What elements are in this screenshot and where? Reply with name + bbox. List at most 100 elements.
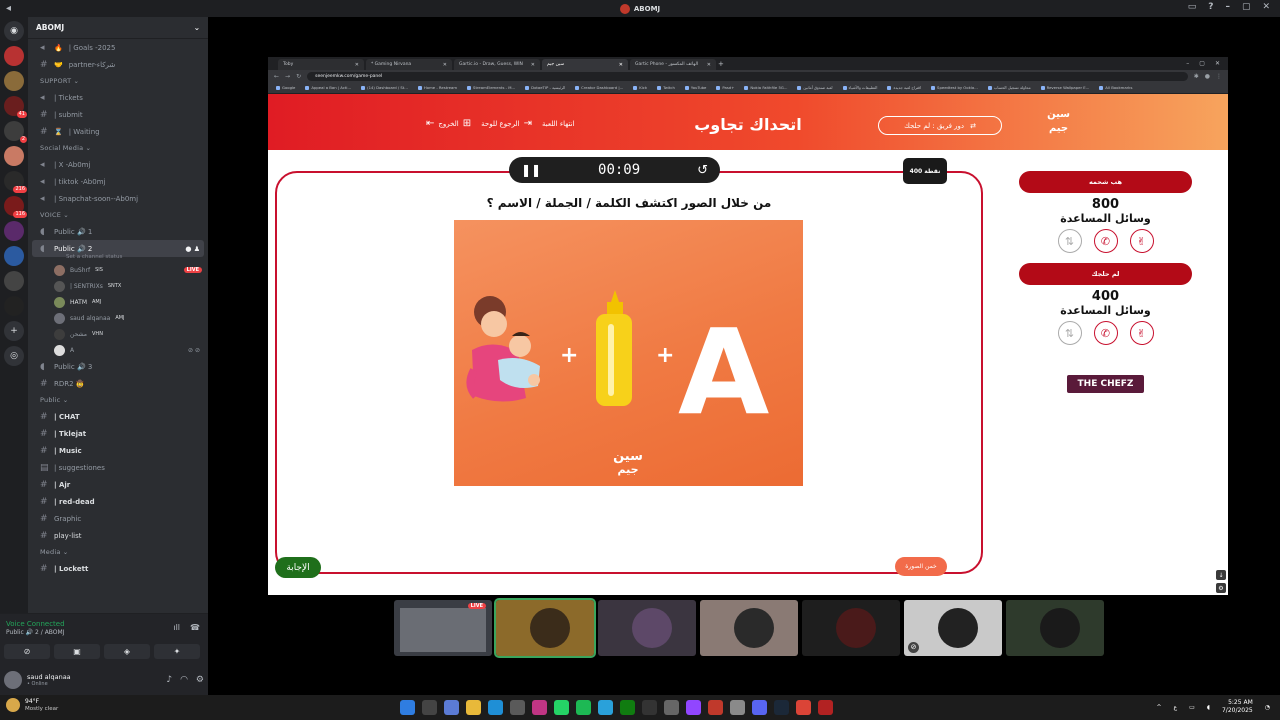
close-tab-icon[interactable]: ✕ [443,62,447,68]
voice-user[interactable]: A ⊘ ⊘ [28,342,208,358]
exit-link[interactable]: ⊞ الخروج ⇤ [426,118,471,129]
chevron-up-icon[interactable]: ^ [1157,704,1162,711]
voice-user[interactable]: saud alqanaa AMJ [28,310,208,326]
bookmark[interactable]: Nokia Faithfile 5G... [744,85,787,90]
spotify-icon[interactable] [576,700,591,715]
server-icon[interactable]: 116 [4,196,27,218]
bookmark[interactable]: Twitch [657,85,675,90]
category-public[interactable]: Public ⌄ [28,392,208,408]
telegram-icon[interactable] [598,700,613,715]
bookmark[interactable]: Reverse Wallpaper E... [1041,85,1090,90]
app-icon[interactable] [664,700,679,715]
maximize-button[interactable]: ▢ [1242,2,1251,12]
participant-tile[interactable] [802,600,900,656]
close-tab-icon[interactable]: ✕ [531,62,535,68]
disconnect-icon[interactable]: ☎ [190,623,200,632]
language-indicator[interactable]: ع [1174,704,1178,711]
bookmark[interactable]: All Bookmarks [1099,85,1132,90]
volume-icon[interactable]: ◖ [1207,704,1210,711]
forward-icon[interactable]: → [285,73,290,80]
bookmark[interactable]: Pasd+ [716,85,734,90]
channel-partner[interactable]: # 🤝 partner-شركاء [28,56,208,73]
discord-home-icon[interactable]: ◉ [4,21,24,41]
guess-image-button[interactable]: خمن الصورة [895,557,947,576]
channel-chat[interactable]: # | CHAT [28,408,208,425]
participant-tile[interactable]: ⊘ [904,600,1002,656]
xbox-icon[interactable] [620,700,635,715]
close-button[interactable]: ✕ [1262,2,1270,12]
user-info[interactable]: saud alqanaa • Online [27,673,71,687]
discord-icon[interactable] [752,700,767,715]
screen-share-button[interactable]: ▣ [54,644,100,659]
soundboard-button[interactable]: ✦ [154,644,200,659]
bookmark[interactable]: StreamElements - M... [467,85,515,90]
voice-channel-public-1[interactable]: ◖ Public 🔊 1 [28,223,208,240]
category-support[interactable]: SUPPORT ⌄ [28,73,208,89]
pause-icon[interactable]: ❚❚ [521,163,541,177]
voice-user[interactable]: HATM AMJ [28,294,208,310]
notifications-icon[interactable]: ◔ [1265,704,1270,711]
server-icon[interactable] [4,246,24,266]
channel-submit[interactable]: # | submit [28,106,208,123]
app-icon[interactable] [708,700,723,715]
reload-icon[interactable]: ↻ [296,73,301,80]
bookmark[interactable]: Speedtest by Ookla... [931,85,978,90]
server-icon[interactable] [4,221,24,241]
channel-goals[interactable]: ◂ 🔥 | Goals -2025 [28,39,208,56]
search-icon[interactable] [422,700,437,715]
channel-x[interactable]: ◂ | X -Ab0mj [28,156,208,173]
minimize-button[interactable]: – [1225,2,1230,12]
app-icon[interactable] [642,700,657,715]
channel-suggestiones[interactable]: ▤ | suggestiones [28,459,208,476]
channel-tickets[interactable]: ◂ | Tickets [28,89,208,106]
signal-icon[interactable]: ıll [173,623,180,632]
bookmark[interactable]: محاولة تسجيل الحساب [988,85,1031,90]
two-answers-icon[interactable]: ✌ [1129,321,1154,345]
help-icon[interactable]: ? [1208,2,1213,12]
start-icon[interactable] [400,700,415,715]
bookmark[interactable]: DotaeTIP - الرئيسية [525,85,565,90]
channel-tiktok[interactable]: ◂ | tiktok -Ab0mj [28,173,208,190]
end-game-link[interactable]: انتهاء اللعبة [542,118,575,129]
steam-icon[interactable] [774,700,789,715]
explore-icon[interactable]: ◎ [4,346,24,366]
copilot-icon[interactable] [444,700,459,715]
two-answers-icon[interactable]: ✌ [1129,229,1154,253]
voice-user[interactable]: | SENTRIXs SNTX [28,278,208,294]
category-social[interactable]: Social Media ⌄ [28,140,208,156]
switch-question-icon[interactable]: ⇅ [1057,229,1082,253]
close-tab-icon[interactable]: ✕ [619,62,623,68]
extensions-icon[interactable]: ✱ [1194,73,1199,80]
channel-tklejat[interactable]: # | Tklejat [28,425,208,442]
profile-icon[interactable]: ● [1205,73,1210,80]
channel-status[interactable]: Set a channel status [28,254,208,262]
close-tab-icon[interactable]: ✕ [707,62,711,68]
server-icon[interactable] [4,296,24,316]
file-explorer-icon[interactable] [466,700,481,715]
server-icon[interactable]: 216 [4,171,27,193]
voice-user[interactable]: BuShrf SIS LIVE [28,262,208,278]
call-friend-icon[interactable]: ✆ [1093,321,1118,345]
menu-icon[interactable]: ⋮ [1216,73,1222,80]
inbox-icon[interactable]: ◂ [6,3,17,14]
channel-snapchat[interactable]: ◂ | Snapchat-soon--Ab0mj [28,190,208,207]
category-voice[interactable]: VOICE ⌄ [28,207,208,223]
bookmark[interactable]: Appeal a Ban | Acti... [305,85,351,90]
headphones-icon[interactable]: ◠ [180,675,188,685]
call-friend-icon[interactable]: ✆ [1093,229,1118,253]
chrome-icon[interactable] [796,700,811,715]
back-to-board-link[interactable]: ⇥ الرجوع للوحة [481,118,532,129]
chat-icon[interactable]: ● ♟ [185,245,200,253]
browser-tab[interactable]: Gartic Phone - الهاتف المكسور ✕ [630,59,716,70]
browser-tab[interactable]: Gartic.io - Draw, Guess, WIN ✕ [454,59,540,70]
show-answer-button[interactable]: الإجابة [275,557,321,578]
stream-preview-tile[interactable]: LIVE [394,600,492,656]
add-server-icon[interactable]: + [4,321,24,341]
browser-tab[interactable]: * Gaming Nirvana ✕ [366,59,452,70]
twitch-icon[interactable] [686,700,701,715]
app-icon[interactable] [730,700,745,715]
minimize-button[interactable]: – [1186,60,1189,67]
browser-tab[interactable]: Toby ✕ [278,59,364,70]
voice-channel-public-3[interactable]: ◖ Public 🔊 3 [28,358,208,375]
channel-waiting[interactable]: # ⌛ | Waiting [28,123,208,140]
